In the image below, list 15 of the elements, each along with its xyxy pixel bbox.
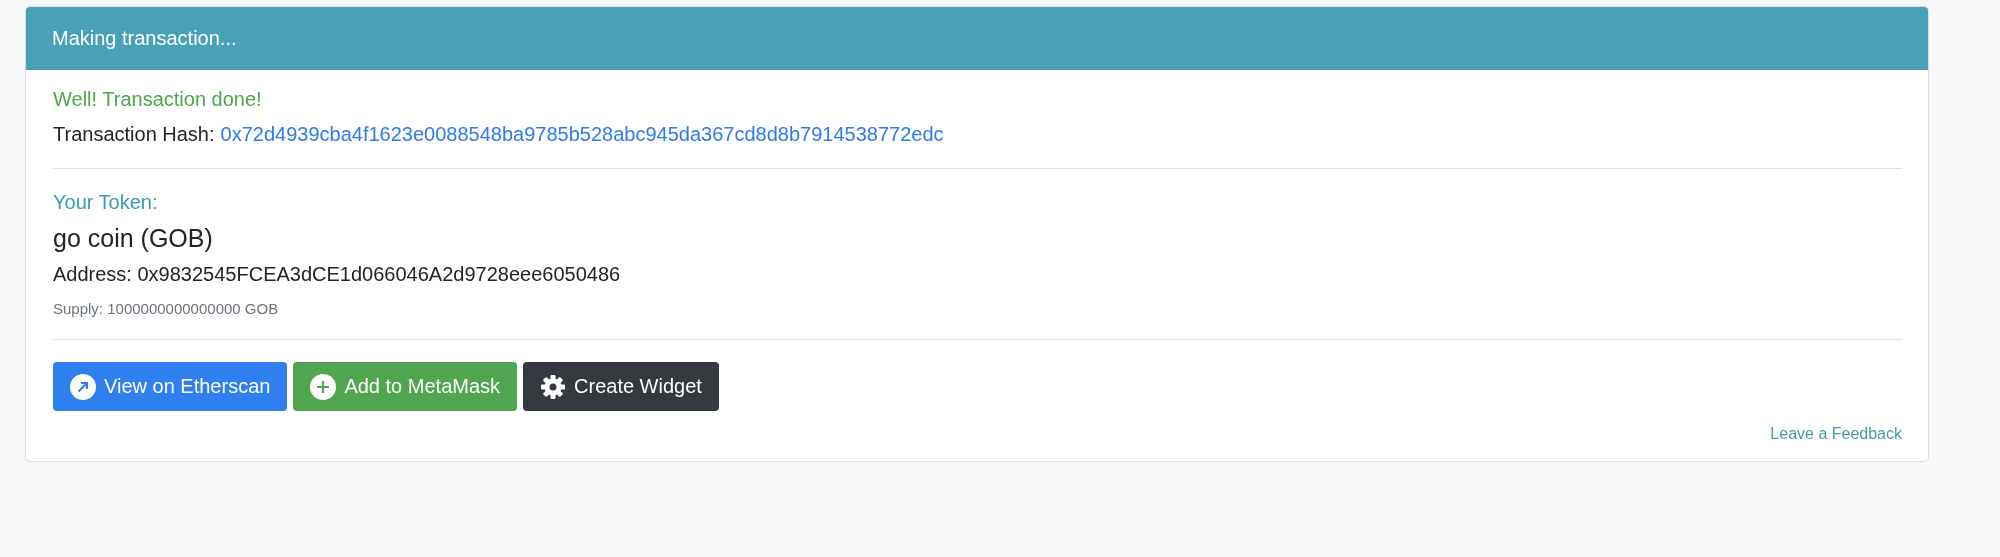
hash-link[interactable]: 0x72d4939cba4f1623e0088548ba9785b528abc945da367cd8d8b7914538772edc <box>220 123 944 146</box>
token-heading: Your Token: <box>53 191 158 214</box>
feedback-link[interactable]: Leave a Feedback <box>1770 425 1902 443</box>
hash-label: Transaction Hash: <box>53 123 215 146</box>
plus-circle-icon <box>310 373 337 400</box>
widget-button[interactable]: Create Widget <box>523 362 719 411</box>
metamask-button[interactable]: Add to MetaMask <box>293 362 518 411</box>
token-name: go coin (GOB) <box>53 224 213 253</box>
token-address: Address: 0x9832545FCEA3dCE1d066046A2d9728eee6050486 <box>53 263 621 286</box>
arrow-circle-icon <box>70 373 96 400</box>
etherscan-button[interactable]: View on Etherscan <box>53 362 288 411</box>
success-message: Well! Transaction done! <box>53 88 262 111</box>
token-supply: Supply: 1000000000000000 GOB <box>53 300 279 317</box>
gear-icon <box>540 373 567 400</box>
card-header: Making transaction... <box>26 7 1928 70</box>
